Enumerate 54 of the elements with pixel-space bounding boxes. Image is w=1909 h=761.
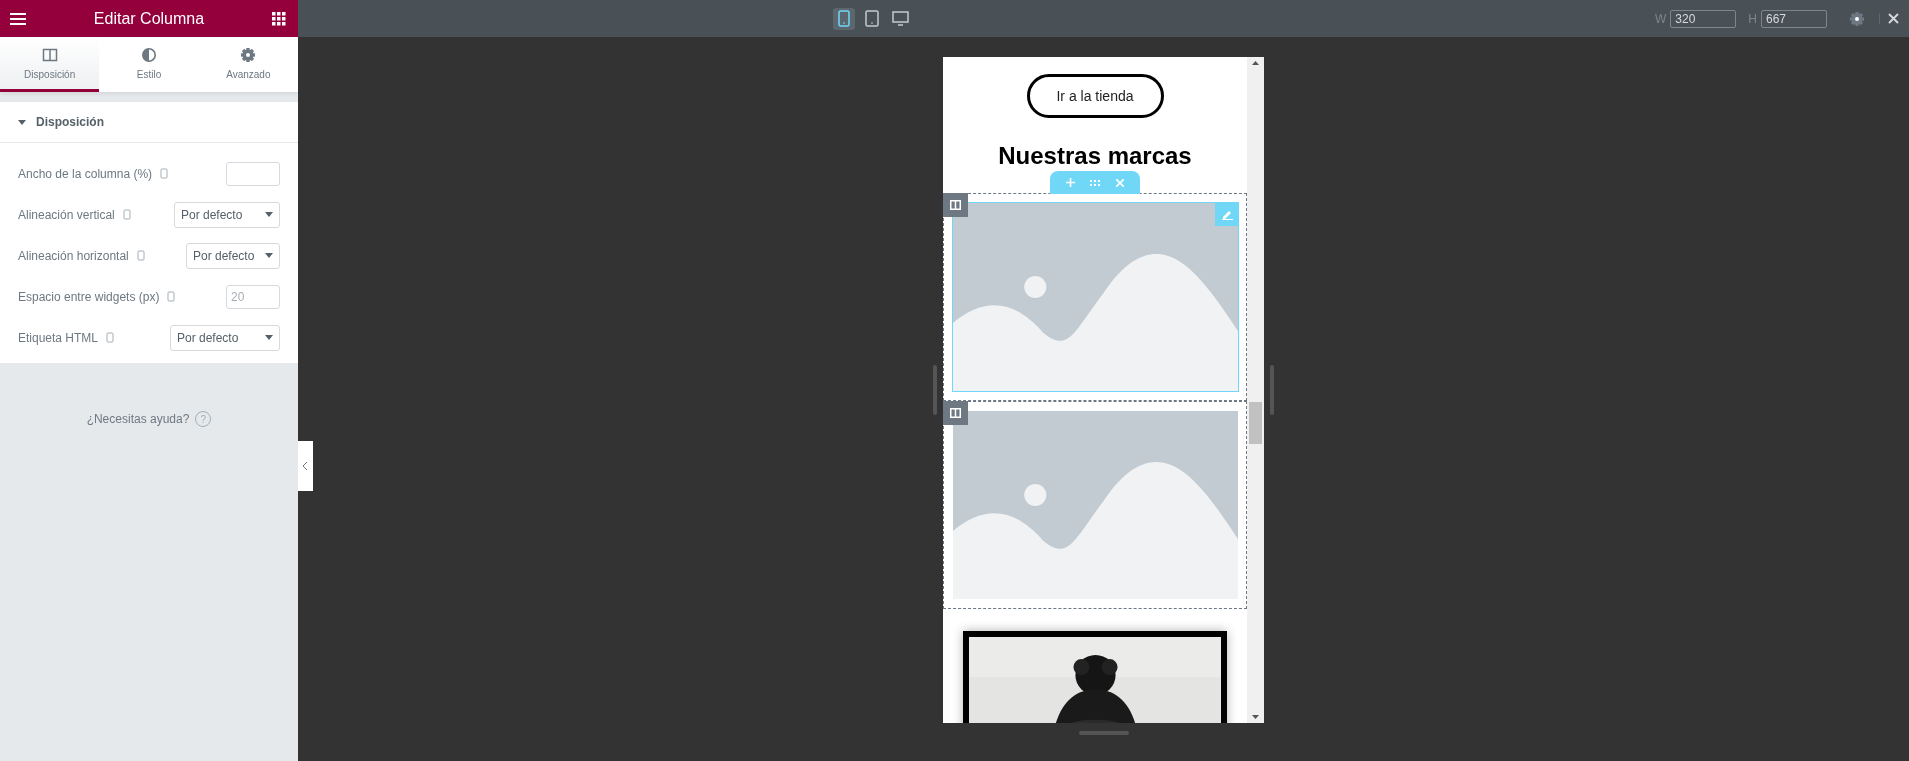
menu-icon bbox=[10, 11, 26, 26]
control-label: Espacio entre widgets (px) bbox=[18, 289, 160, 304]
plus-icon bbox=[1065, 178, 1075, 187]
section-heading: Nuestras marcas bbox=[997, 142, 1193, 170]
close-icon bbox=[1888, 13, 1899, 24]
caret-icon bbox=[265, 253, 273, 258]
shop-button[interactable]: Ir a la tienda bbox=[1026, 74, 1164, 118]
caret-icon bbox=[265, 335, 273, 340]
number-field[interactable] bbox=[226, 161, 280, 186]
panel-title: Editar Columna bbox=[93, 9, 205, 28]
panel-tab[interactable]: Disposición bbox=[0, 37, 100, 92]
select-dropdown[interactable]: Por defecto bbox=[170, 324, 280, 351]
caret-icon bbox=[18, 119, 26, 125]
columns-icon bbox=[950, 408, 961, 418]
width-field[interactable]: 320 bbox=[1670, 9, 1737, 28]
phone-icon bbox=[122, 209, 131, 220]
tablet-icon bbox=[865, 10, 879, 27]
column-handle[interactable] bbox=[943, 401, 968, 425]
number-field[interactable]: 20 bbox=[226, 284, 280, 309]
settings-icon bbox=[240, 46, 257, 63]
control-label: Alineación horizontal bbox=[18, 248, 129, 263]
desktop-icon bbox=[891, 10, 909, 27]
drag-handle-icon bbox=[1090, 179, 1101, 186]
panel-tab[interactable]: Estilo bbox=[99, 37, 199, 92]
device-button[interactable] bbox=[833, 7, 855, 30]
pencil-icon bbox=[1221, 208, 1233, 220]
control-label: Etiqueta HTML bbox=[18, 330, 99, 345]
caret-icon bbox=[265, 212, 273, 217]
phone-icon bbox=[160, 168, 169, 179]
phone-icon bbox=[136, 250, 145, 261]
phone-icon bbox=[106, 332, 115, 343]
phone-icon bbox=[167, 291, 176, 302]
control-label: Alineación vertical bbox=[18, 207, 115, 222]
columns-icon bbox=[41, 46, 58, 63]
resize-handle[interactable] bbox=[933, 365, 937, 415]
edit-button[interactable] bbox=[1215, 202, 1239, 226]
close-icon bbox=[1116, 178, 1125, 187]
chevron-left-icon bbox=[303, 462, 308, 470]
contrast-icon bbox=[141, 46, 157, 63]
settings-icon bbox=[1849, 10, 1865, 27]
control-label: Ancho de la columna (%) bbox=[18, 166, 153, 181]
resize-handle[interactable] bbox=[1078, 731, 1129, 735]
help-link[interactable]: ¿Necesitas ayuda? bbox=[86, 412, 190, 426]
columns-icon bbox=[950, 200, 961, 210]
collapse-handle[interactable] bbox=[298, 441, 313, 491]
column-handle[interactable] bbox=[943, 193, 968, 217]
select-dropdown[interactable]: Por defecto bbox=[186, 242, 280, 269]
grid-icon bbox=[272, 11, 286, 26]
resize-handle[interactable] bbox=[1270, 365, 1274, 415]
select-dropdown[interactable]: Por defecto bbox=[174, 201, 280, 228]
section-toolbar[interactable] bbox=[1050, 171, 1140, 194]
phone-icon bbox=[838, 10, 850, 27]
height-field[interactable]: 667 bbox=[1761, 9, 1827, 28]
panel-tab[interactable]: Avanzado bbox=[198, 37, 298, 92]
